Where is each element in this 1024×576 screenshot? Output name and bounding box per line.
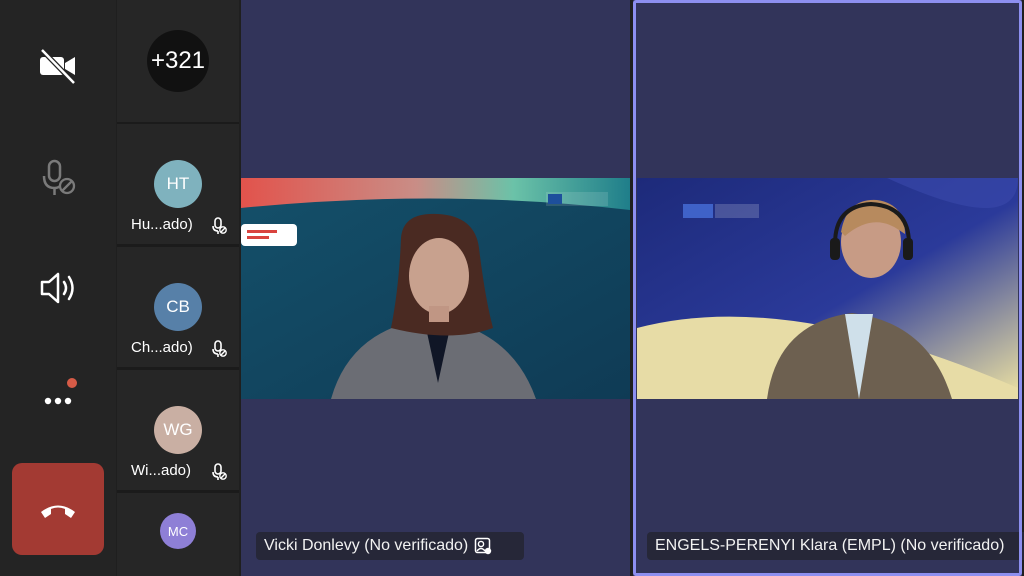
participant-video-feed <box>637 178 1018 399</box>
participant-nameplate: ENGELS-PERENYI Klara (EMPL) (No verifica… <box>647 532 1024 560</box>
avatar: HT <box>154 160 202 208</box>
video-tile-vicki-donlevy[interactable]: Vicki Donlevy (No verificado) <box>241 0 630 576</box>
participant-tile[interactable]: MC <box>117 493 239 576</box>
video-frame-image <box>241 178 630 399</box>
participant-name: ENGELS-PERENYI Klara (EMPL) (No verifica… <box>655 537 1005 554</box>
more-options-button[interactable] <box>10 376 106 420</box>
participant-video-feed <box>241 178 630 399</box>
more-participants-count: +321 <box>147 30 209 92</box>
avatar: CB <box>154 283 202 331</box>
participant-roster: +321 HT Hu...ado) CB Ch...ado) WG Wi...a… <box>117 0 239 576</box>
hang-up-icon <box>41 505 75 518</box>
participant-tile[interactable]: WG Wi...ado) <box>117 370 239 490</box>
participant-tile[interactable]: HT Hu...ado) <box>117 124 239 244</box>
mic-off-icon <box>212 340 227 357</box>
avatar: WG <box>154 406 202 454</box>
call-controls-bar <box>0 0 116 576</box>
video-tile-engels-perenyi-klara[interactable]: ENGELS-PERENYI Klara (EMPL) (No verifica… <box>633 0 1024 576</box>
unverified-badge-icon <box>474 537 492 555</box>
speaker-icon <box>40 272 74 304</box>
avatar: MC <box>160 513 196 549</box>
hang-up-button[interactable] <box>12 463 104 555</box>
more-participants-tile[interactable]: +321 <box>117 0 239 122</box>
mic-off-icon <box>212 463 227 480</box>
participant-name: Hu...ado) <box>131 216 193 233</box>
participant-nameplate: Vicki Donlevy (No verificado) <box>256 532 524 560</box>
speaker-button[interactable] <box>10 266 106 310</box>
participant-name: Wi...ado) <box>131 462 192 479</box>
microphone-toggle-button[interactable] <box>10 156 106 200</box>
camera-off-icon <box>40 48 76 85</box>
participant-tile[interactable]: CB Ch...ado) <box>117 247 239 367</box>
mic-off-icon <box>42 159 76 195</box>
mic-off-icon <box>212 217 227 234</box>
camera-toggle-button[interactable] <box>10 44 106 88</box>
participant-name: Ch...ado) <box>131 339 193 356</box>
notification-dot <box>67 378 77 388</box>
participant-name: Vicki Donlevy (No verificado) <box>264 537 469 554</box>
video-frame-image <box>637 178 1018 399</box>
